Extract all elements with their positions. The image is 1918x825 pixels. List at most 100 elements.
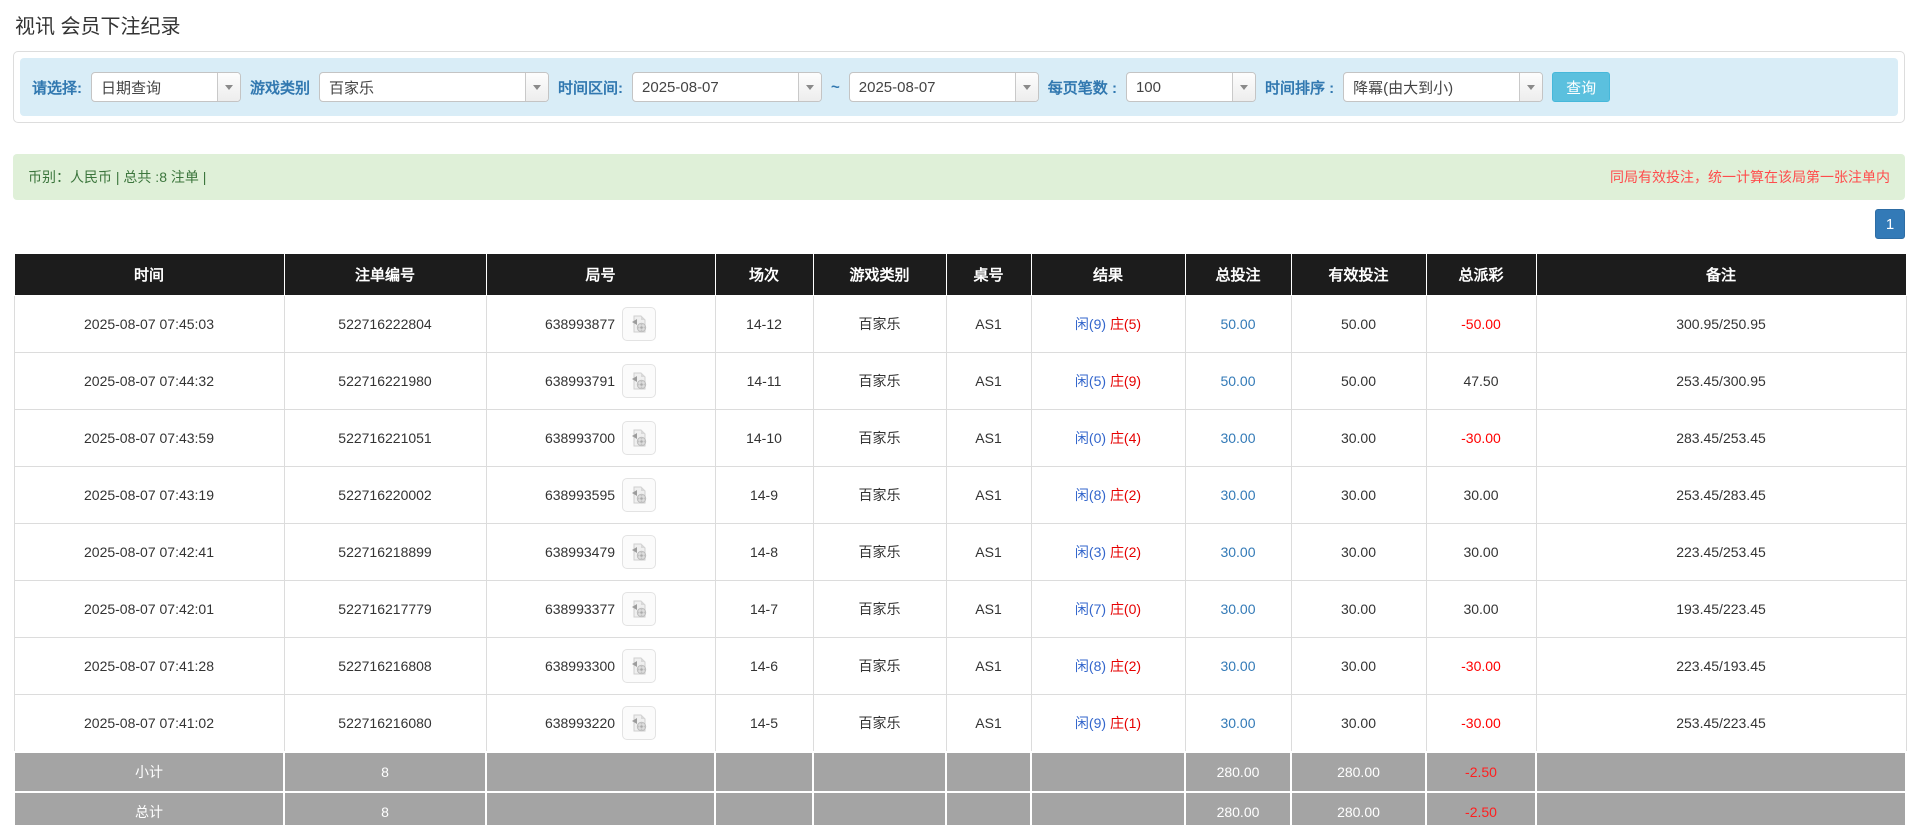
page-size-select[interactable]: 100 [1126, 72, 1256, 102]
cell-result: 闲(5) 庄(9) [1031, 353, 1185, 410]
cell-result: 闲(9) 庄(5) [1031, 296, 1185, 353]
round-no-text: 638993220 [545, 715, 615, 731]
result-banker: 庄(1) [1110, 715, 1141, 731]
search-button[interactable]: 查询 [1552, 72, 1610, 102]
cell-remark: 253.45/223.45 [1536, 695, 1906, 753]
cell-session: 14-5 [715, 695, 813, 753]
game-type-select[interactable]: 百家乐 [319, 72, 549, 102]
cell-session: 14-11 [715, 353, 813, 410]
time-sort-value: 降冪(由大到小) [1344, 73, 1519, 101]
total-bet-link[interactable]: 50.00 [1220, 373, 1255, 389]
summary-empty [1031, 752, 1185, 792]
chevron-down-icon[interactable] [1015, 73, 1038, 101]
cell-total-bet: 30.00 [1185, 524, 1291, 581]
pagination-top: 1 [13, 209, 1905, 239]
cell-session: 14-6 [715, 638, 813, 695]
cell-total-bet: 30.00 [1185, 581, 1291, 638]
total-bet-link[interactable]: 30.00 [1220, 715, 1255, 731]
date-to-picker[interactable]: 2025-08-07 [849, 72, 1039, 102]
header-time: 时间 [14, 254, 284, 296]
round-no-text: 638993479 [545, 544, 615, 560]
summary-empty [715, 792, 813, 825]
result-banker: 庄(5) [1110, 316, 1141, 332]
cell-round-no: 638993220 [486, 695, 715, 753]
cell-valid-bet: 50.00 [1291, 353, 1426, 410]
header-total-bet: 总投注 [1185, 254, 1291, 296]
result-banker: 庄(2) [1110, 658, 1141, 674]
summary-total-bet: 280.00 [1185, 752, 1291, 792]
video-replay-button[interactable] [622, 364, 656, 398]
video-replay-button[interactable] [622, 535, 656, 569]
video-replay-button[interactable] [622, 307, 656, 341]
video-replay-button[interactable] [622, 592, 656, 626]
result-banker: 庄(2) [1110, 544, 1141, 560]
date-from-picker[interactable]: 2025-08-07 [632, 72, 822, 102]
result-player: 闲(8) [1075, 658, 1106, 674]
video-replay-button[interactable] [622, 421, 656, 455]
table-row: 2025-08-07 07:45:03 522716222804 6389938… [14, 296, 1906, 353]
total-bet-link[interactable]: 30.00 [1220, 544, 1255, 560]
game-type-value: 百家乐 [320, 73, 525, 101]
cell-payout: -30.00 [1426, 638, 1536, 695]
header-valid-bet: 有效投注 [1291, 254, 1426, 296]
video-replay-button[interactable] [622, 706, 656, 740]
header-remark: 备注 [1536, 254, 1906, 296]
time-sort-select[interactable]: 降冪(由大到小) [1343, 72, 1543, 102]
cell-time: 2025-08-07 07:42:01 [14, 581, 284, 638]
chevron-down-icon[interactable] [1232, 73, 1255, 101]
chevron-down-icon[interactable] [1519, 73, 1542, 101]
table-row: 2025-08-07 07:41:28 522716216808 6389933… [14, 638, 1906, 695]
result-player: 闲(9) [1075, 715, 1106, 731]
cell-bet-no: 522716220002 [284, 467, 486, 524]
cell-payout: 47.50 [1426, 353, 1536, 410]
total-bet-link[interactable]: 30.00 [1220, 430, 1255, 446]
cell-bet-no: 522716217779 [284, 581, 486, 638]
video-replay-button[interactable] [622, 478, 656, 512]
cell-result: 闲(3) 庄(2) [1031, 524, 1185, 581]
summary-total-bet: 280.00 [1185, 792, 1291, 825]
video-replay-icon [629, 599, 649, 619]
cell-time: 2025-08-07 07:42:41 [14, 524, 284, 581]
page-1-button[interactable]: 1 [1875, 209, 1905, 239]
cell-session: 14-8 [715, 524, 813, 581]
cell-result: 闲(8) 庄(2) [1031, 467, 1185, 524]
betting-records-page: 视讯 会员下注纪录 请选择: 日期查询 游戏类别 百家乐 时间区间: 2025-… [0, 0, 1918, 825]
date-from-value: 2025-08-07 [633, 73, 798, 101]
header-round-no: 局号 [486, 254, 715, 296]
summary-empty [486, 752, 715, 792]
cell-payout: -30.00 [1426, 695, 1536, 753]
page-title: 视讯 会员下注纪录 [13, 0, 1905, 51]
cell-bet-no: 522716221980 [284, 353, 486, 410]
table-body: 2025-08-07 07:45:03 522716222804 6389938… [14, 296, 1906, 825]
cell-remark: 283.45/253.45 [1536, 410, 1906, 467]
cell-payout: -50.00 [1426, 296, 1536, 353]
video-replay-icon [629, 314, 649, 334]
cell-result: 闲(9) 庄(1) [1031, 695, 1185, 753]
total-bet-link[interactable]: 30.00 [1220, 658, 1255, 674]
cell-table-no: AS1 [946, 638, 1031, 695]
filter-bar: 请选择: 日期查询 游戏类别 百家乐 时间区间: 2025-08-07 ~ 20… [20, 58, 1898, 116]
video-replay-button[interactable] [622, 649, 656, 683]
header-session: 场次 [715, 254, 813, 296]
cell-time: 2025-08-07 07:45:03 [14, 296, 284, 353]
total-bet-link[interactable]: 50.00 [1220, 316, 1255, 332]
cell-time: 2025-08-07 07:41:02 [14, 695, 284, 753]
cell-payout: 30.00 [1426, 581, 1536, 638]
chevron-down-icon[interactable] [217, 73, 240, 101]
summary-label: 总计 [14, 792, 284, 825]
chevron-down-icon[interactable] [525, 73, 548, 101]
total-bet-link[interactable]: 30.00 [1220, 487, 1255, 503]
summary-empty [813, 792, 946, 825]
chevron-down-icon[interactable] [798, 73, 821, 101]
result-banker: 庄(0) [1110, 601, 1141, 617]
cell-payout: -30.00 [1426, 410, 1536, 467]
cell-payout: 30.00 [1426, 524, 1536, 581]
table-row: 2025-08-07 07:41:02 522716216080 6389932… [14, 695, 1906, 753]
cell-table-no: AS1 [946, 410, 1031, 467]
cell-round-no: 638993877 [486, 296, 715, 353]
header-result: 结果 [1031, 254, 1185, 296]
query-type-select[interactable]: 日期查询 [91, 72, 241, 102]
cell-session: 14-12 [715, 296, 813, 353]
total-bet-link[interactable]: 30.00 [1220, 601, 1255, 617]
summary-empty [946, 792, 1031, 825]
